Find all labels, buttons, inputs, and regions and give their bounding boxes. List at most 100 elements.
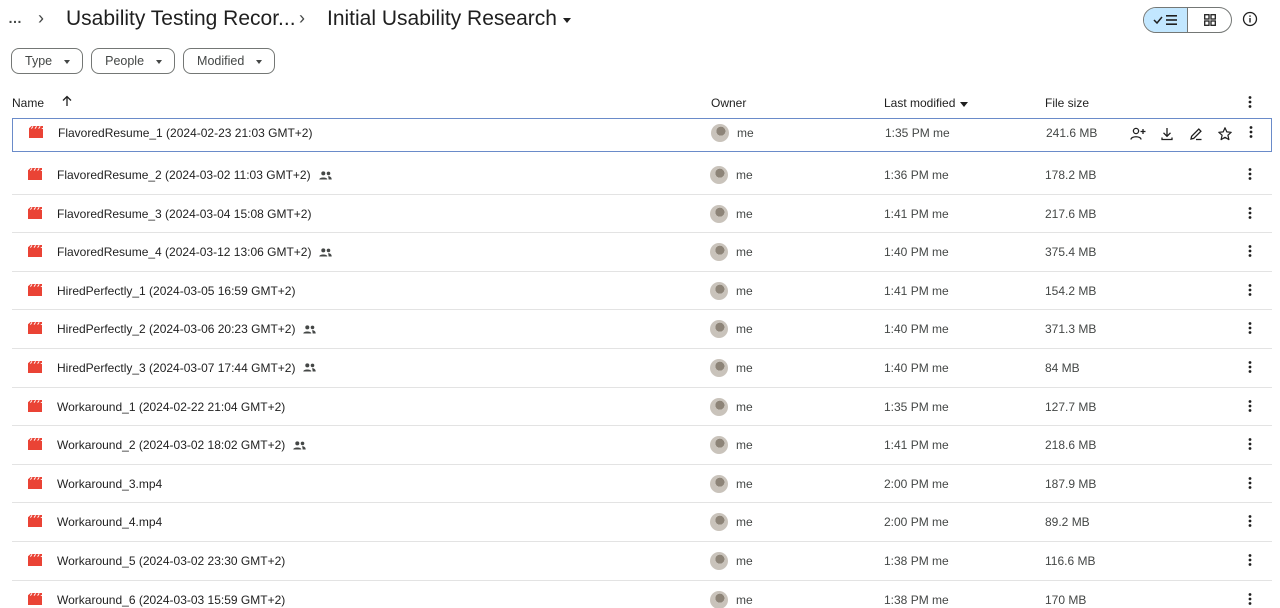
file-row[interactable]: FlavoredResume_2 (2024-03-02 11:03 GMT+2… xyxy=(12,156,1272,195)
owner-cell: me xyxy=(710,590,753,608)
view-toggle[interactable] xyxy=(1143,7,1232,33)
avatar xyxy=(710,320,728,339)
more-vert-icon xyxy=(1248,361,1252,373)
person-add-icon xyxy=(1130,127,1146,140)
more-actions-button[interactable] xyxy=(1244,206,1256,220)
more-actions-button[interactable] xyxy=(1244,399,1256,413)
file-size-cell: 84 MB xyxy=(1045,360,1080,375)
last-modified-cell: 2:00 PM me xyxy=(884,515,949,530)
more-vert-icon xyxy=(1248,476,1252,489)
owner-column-header[interactable]: Owner xyxy=(711,96,746,110)
header: … › Usability Testing Recor... › Initial… xyxy=(0,0,1280,40)
file-name[interactable]: FlavoredResume_3 (2024-03-04 15:08 GMT+2… xyxy=(57,207,311,221)
video-file-icon xyxy=(28,515,42,528)
shared-people-icon xyxy=(293,441,306,450)
file-name[interactable]: Workaround_3.mp4 xyxy=(57,477,162,491)
more-actions-button[interactable] xyxy=(1244,360,1256,374)
file-size-cell: 127.7 MB xyxy=(1045,399,1097,414)
modified-filter-chip[interactable]: Modified xyxy=(183,48,276,74)
file-name[interactable]: Workaround_1 (2024-02-22 21:04 GMT+2) xyxy=(57,400,285,414)
video-file-icon xyxy=(28,399,42,412)
file-row[interactable]: Workaround_5 (2024-03-02 23:30 GMT+2) me… xyxy=(12,542,1272,581)
last-modified-cell: 1:40 PM me xyxy=(884,360,949,375)
breadcrumb-parent-folder[interactable]: Usability Testing Recor... xyxy=(66,7,296,31)
more-actions-button[interactable] xyxy=(1244,321,1256,335)
shared-people-icon xyxy=(303,325,317,334)
file-row[interactable]: Workaround_3.mp4 me 2:00 PM me 187.9 MB xyxy=(12,465,1272,504)
type-filter-chip[interactable]: Type xyxy=(11,48,84,74)
file-row[interactable]: Workaround_6 (2024-03-03 15:59 GMT+2) me… xyxy=(12,581,1272,608)
more-actions-button[interactable] xyxy=(1244,592,1256,606)
file-name-label: Workaround_6 (2024-03-03 15:59 GMT+2) xyxy=(57,592,286,607)
more-actions-button[interactable] xyxy=(1244,514,1256,528)
more-actions-button[interactable] xyxy=(1245,125,1257,139)
chip-label: People xyxy=(105,54,145,68)
more-actions-button[interactable] xyxy=(1244,244,1256,258)
file-row[interactable]: FlavoredResume_1 (2024-02-23 21:03 GMT+2… xyxy=(12,118,1272,152)
more-vert-icon xyxy=(1248,168,1252,180)
file-name[interactable]: HiredPerfectly_2 (2024-03-06 20:23 GMT+2… xyxy=(57,322,317,336)
file-row[interactable]: FlavoredResume_3 (2024-03-04 15:08 GMT+2… xyxy=(12,195,1272,234)
file-size-column-header[interactable]: File size xyxy=(1045,96,1089,110)
breadcrumb-current-folder[interactable]: Initial Usability Research xyxy=(327,7,571,31)
last-modified-cell: 1:36 PM me xyxy=(884,168,949,182)
owner-cell: me xyxy=(710,436,753,455)
owner-name: me xyxy=(736,206,753,221)
file-row[interactable]: HiredPerfectly_1 (2024-03-05 16:59 GMT+2… xyxy=(12,272,1272,311)
file-name[interactable]: FlavoredResume_1 (2024-02-23 21:03 GMT+2… xyxy=(58,126,312,140)
file-name[interactable]: Workaround_2 (2024-03-02 18:02 GMT+2) xyxy=(57,438,306,452)
breadcrumb-more-button[interactable]: … xyxy=(8,10,23,26)
owner-name: me xyxy=(736,168,753,182)
more-vert-icon xyxy=(1248,592,1252,605)
file-name[interactable]: Workaround_5 (2024-03-02 23:30 GMT+2) xyxy=(57,554,285,568)
sort-direction-button[interactable] xyxy=(61,95,73,107)
more-actions-button[interactable] xyxy=(1244,167,1256,181)
file-name-label: FlavoredResume_3 (2024-03-04 15:08 GMT+2… xyxy=(57,206,312,221)
owner-name: me xyxy=(736,322,753,337)
star-button[interactable] xyxy=(1216,125,1234,143)
file-name[interactable]: HiredPerfectly_1 (2024-03-05 16:59 GMT+2… xyxy=(57,284,295,298)
avatar xyxy=(710,166,728,184)
owner-cell: me xyxy=(710,474,753,493)
file-row[interactable]: HiredPerfectly_2 (2024-03-06 20:23 GMT+2… xyxy=(12,310,1272,349)
chip-label: Modified xyxy=(197,54,245,68)
file-row[interactable]: HiredPerfectly_3 (2024-03-07 17:44 GMT+2… xyxy=(12,349,1272,388)
file-row[interactable]: Workaround_4.mp4 me 2:00 PM me 89.2 MB xyxy=(12,503,1272,542)
grid-view-button[interactable] xyxy=(1188,8,1231,32)
name-column-header[interactable]: Name xyxy=(12,96,44,110)
file-size-cell: 187.9 MB xyxy=(1045,476,1097,491)
more-actions-button[interactable] xyxy=(1244,476,1256,490)
list-view-button[interactable] xyxy=(1144,8,1188,32)
last-modified-cell: 1:41 PM me xyxy=(884,438,949,453)
avatar xyxy=(710,551,728,570)
file-name[interactable]: FlavoredResume_4 (2024-03-12 13:06 GMT+2… xyxy=(57,245,333,259)
file-name[interactable]: Workaround_4.mp4 xyxy=(57,515,162,529)
download-button[interactable] xyxy=(1158,125,1176,143)
chip-label: Type xyxy=(25,54,53,68)
column-options-button[interactable] xyxy=(1244,95,1256,109)
more-actions-button[interactable] xyxy=(1244,553,1256,567)
file-row[interactable]: FlavoredResume_4 (2024-03-12 13:06 GMT+2… xyxy=(12,233,1272,272)
share-button[interactable] xyxy=(1129,125,1147,143)
info-button[interactable] xyxy=(1242,11,1258,27)
more-actions-button[interactable] xyxy=(1244,437,1256,451)
owner-cell: me xyxy=(710,243,753,262)
file-name[interactable]: Workaround_6 (2024-03-03 15:59 GMT+2) xyxy=(57,593,285,607)
owner-cell: me xyxy=(710,551,753,570)
owner-cell: me xyxy=(711,124,754,142)
last-modified-cell: 1:41 PM me xyxy=(884,206,949,221)
avatar xyxy=(710,474,728,493)
owner-name: me xyxy=(736,245,753,260)
filter-bar: Type People Modified xyxy=(11,48,276,74)
file-row[interactable]: Workaround_2 (2024-03-02 18:02 GMT+2) me… xyxy=(12,426,1272,465)
file-list: FlavoredResume_1 (2024-02-23 21:03 GMT+2… xyxy=(12,118,1272,608)
file-name-label: HiredPerfectly_1 (2024-03-05 16:59 GMT+2… xyxy=(57,283,296,298)
more-actions-button[interactable] xyxy=(1244,283,1256,297)
file-name[interactable]: FlavoredResume_2 (2024-03-02 11:03 GMT+2… xyxy=(57,168,332,182)
more-vert-icon xyxy=(1249,126,1253,138)
rename-button[interactable] xyxy=(1187,125,1205,143)
file-row[interactable]: Workaround_1 (2024-02-22 21:04 GMT+2) me… xyxy=(12,388,1272,427)
file-name[interactable]: HiredPerfectly_3 (2024-03-07 17:44 GMT+2… xyxy=(57,361,317,375)
people-filter-chip[interactable]: People xyxy=(91,48,176,74)
last-modified-column-header[interactable]: Last modified xyxy=(884,96,969,110)
